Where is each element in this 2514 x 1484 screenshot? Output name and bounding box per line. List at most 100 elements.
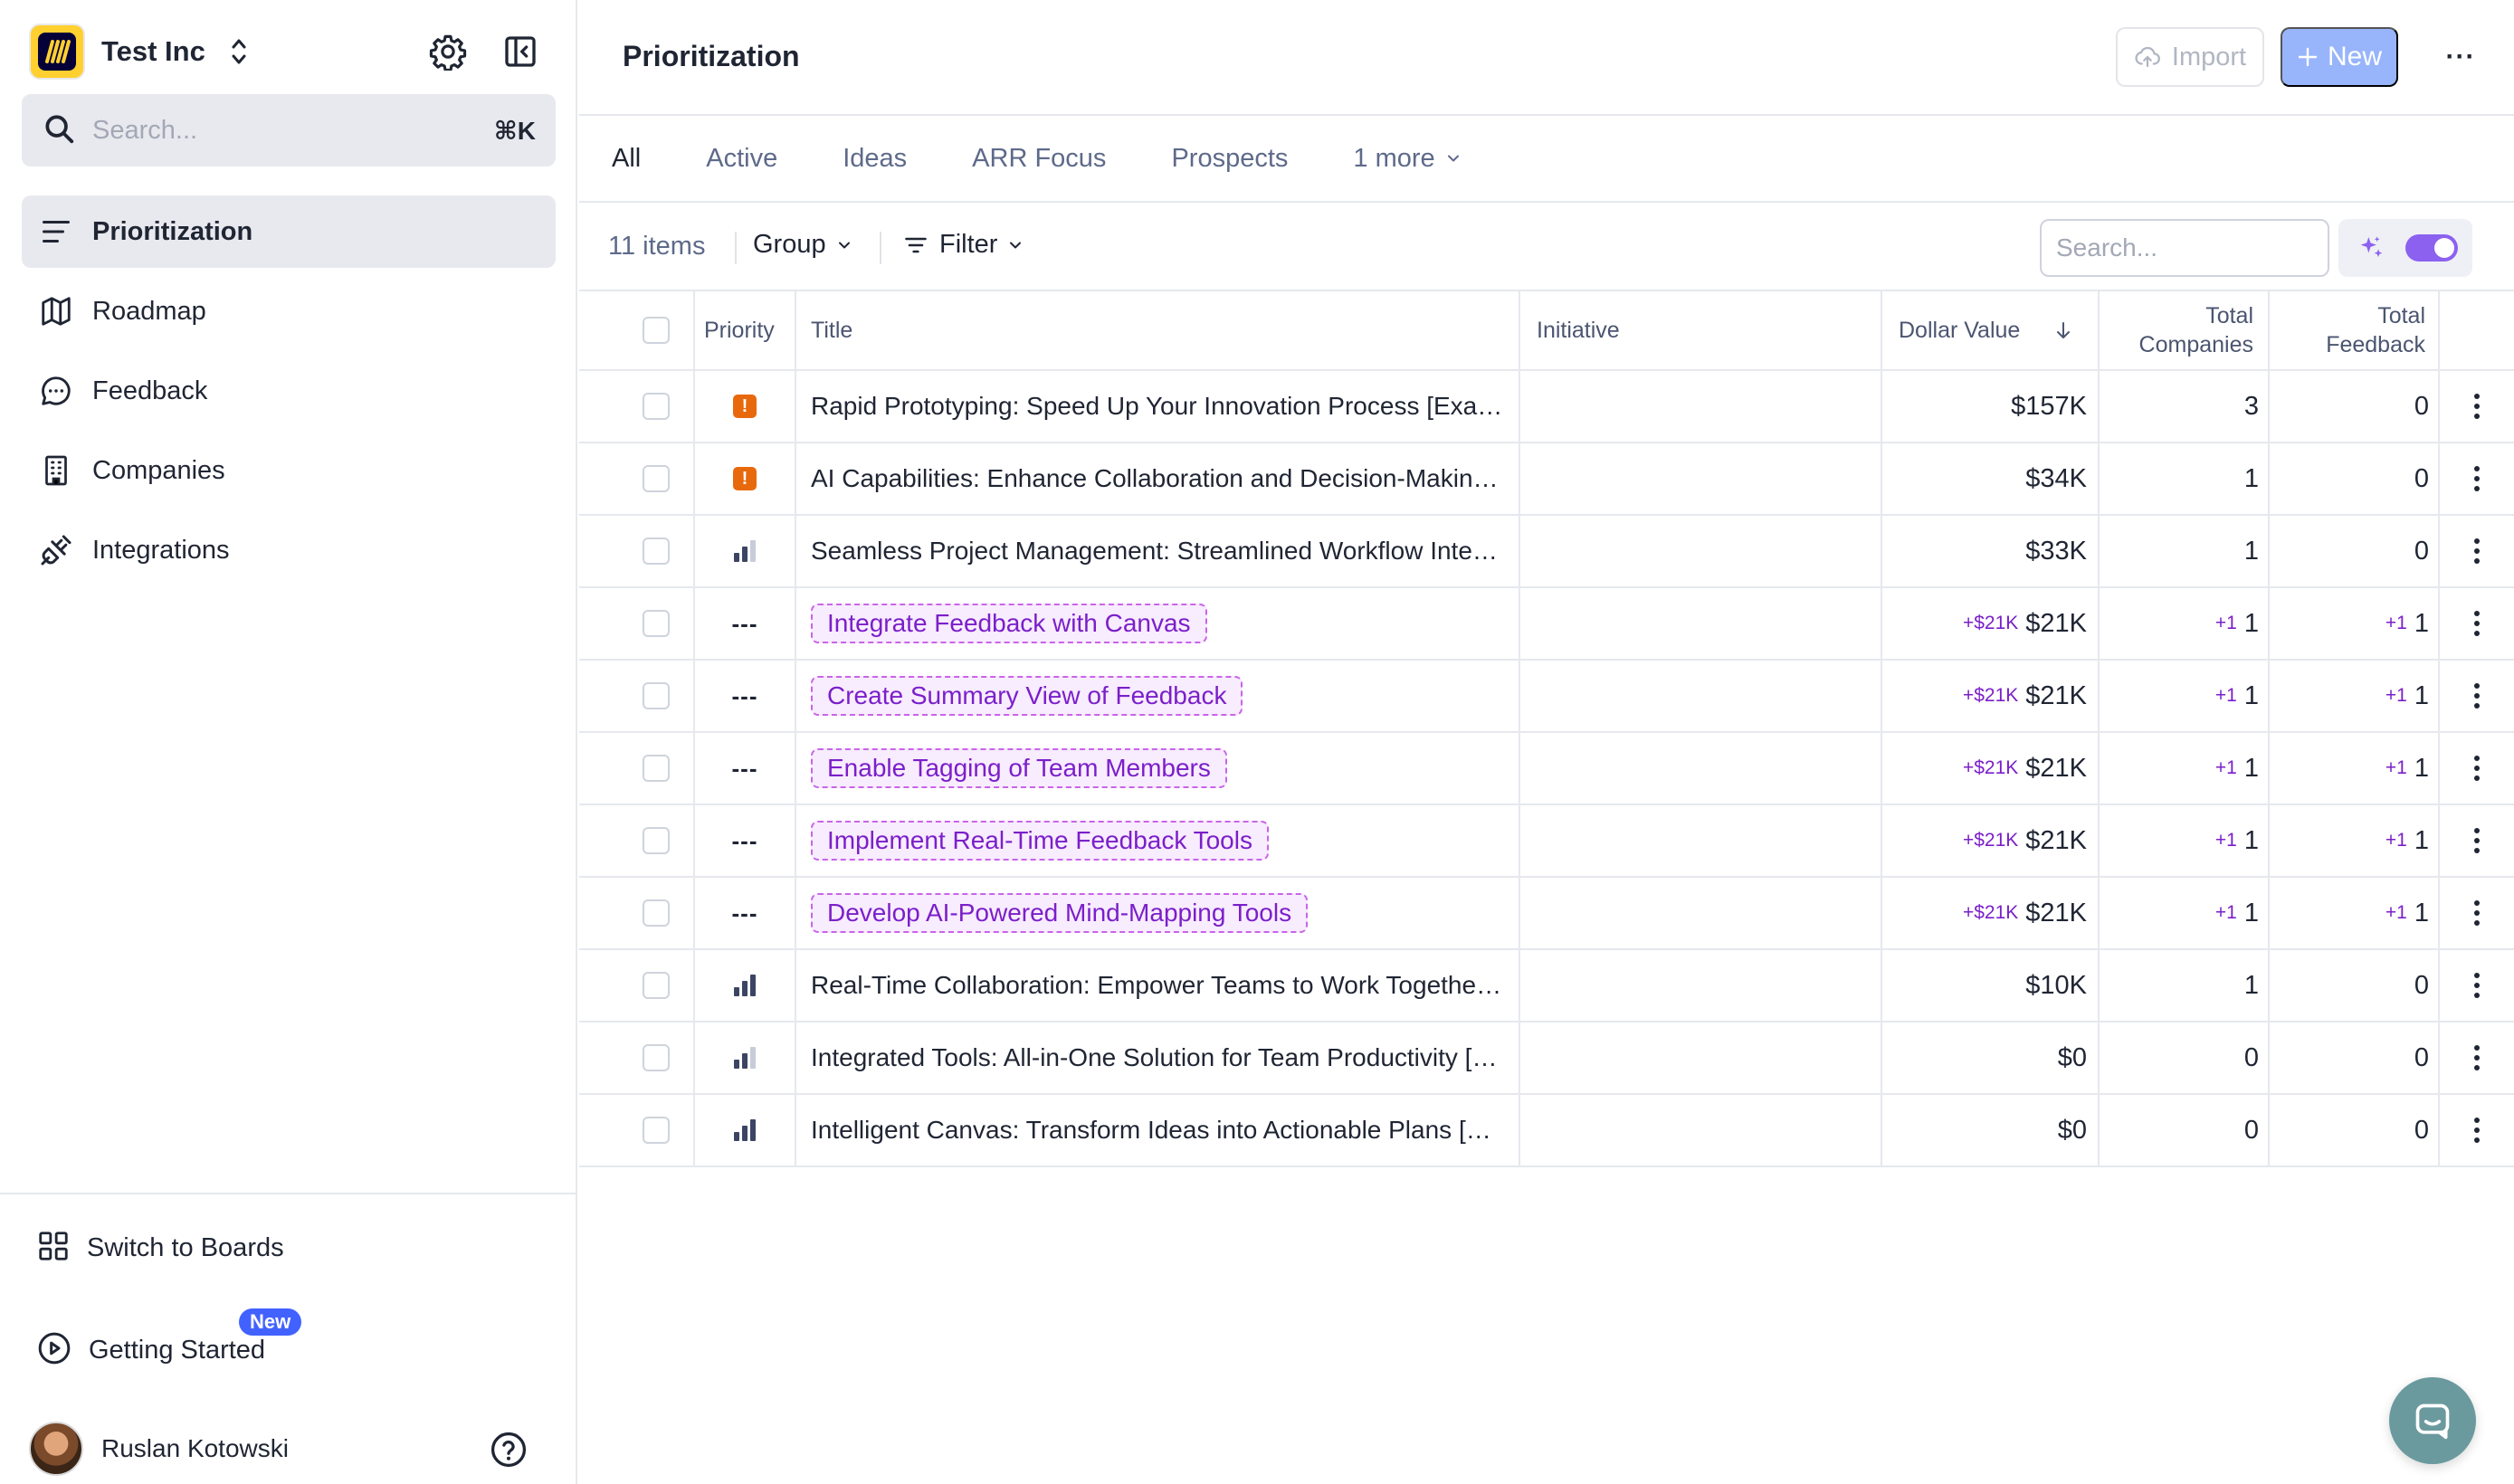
row-checkbox[interactable] [643,755,670,782]
initiative-cell[interactable] [1537,443,1862,514]
row-checkbox[interactable] [643,610,670,637]
row-more-options-icon[interactable] [2463,533,2490,569]
row-more-options-icon[interactable] [2463,1112,2490,1148]
help-icon[interactable] [489,1430,529,1470]
user-profile[interactable]: Ruslan Kotowski [29,1421,545,1477]
row-more-options-icon[interactable] [2463,895,2490,931]
workspace-name[interactable]: Test Inc [101,35,205,68]
row-more-options-icon[interactable] [2463,678,2490,714]
tab-more-dropdown[interactable]: 1 more [1353,144,1462,174]
title-cell[interactable]: Seamless Project Management: Streamlined… [811,516,1508,586]
title-cell[interactable]: Implement Real-Time Feedback Tools [811,805,1508,876]
new-button[interactable]: New [2281,27,2398,87]
sidebar-item-integrations[interactable]: Integrations [22,514,556,586]
priority-cell[interactable]: --- [695,661,795,731]
row-checkbox[interactable] [643,393,670,420]
idea-title-pill[interactable]: Implement Real-Time Feedback Tools [811,821,1269,861]
switch-to-boards-button[interactable]: Switch to Boards [36,1229,284,1268]
title-cell[interactable]: Integrate Feedback with Canvas [811,588,1508,659]
priority-cell[interactable]: --- [695,588,795,659]
table-row[interactable]: ! AI Capabilities: Enhance Collaboration … [579,443,2514,516]
title-cell[interactable]: Enable Tagging of Team Members [811,733,1508,804]
item-title[interactable]: Rapid Prototyping: Speed Up Your Innovat… [811,392,1508,421]
idea-title-pill[interactable]: Integrate Feedback with Canvas [811,604,1207,643]
initiative-cell[interactable] [1537,588,1862,659]
gear-icon[interactable] [425,29,471,74]
collapse-sidebar-icon[interactable] [498,29,543,74]
table-row[interactable]: --- Integrate Feedback with Canvas +$21K $2… [579,588,2514,661]
title-cell[interactable]: Real-Time Collaboration: Empower Teams t… [811,950,1508,1021]
row-checkbox[interactable] [643,1044,670,1071]
title-cell[interactable]: Integrated Tools: All-in-One Solution fo… [811,1023,1508,1093]
row-more-options-icon[interactable] [2463,461,2490,497]
tab-all[interactable]: All [612,144,641,174]
priority-cell[interactable]: --- [695,733,795,804]
initiative-cell[interactable] [1537,661,1862,731]
column-header-initiative[interactable]: Initiative [1537,291,1862,369]
tab-prospects[interactable]: Prospects [1171,144,1288,174]
row-checkbox[interactable] [643,827,670,854]
table-row[interactable]: Seamless Project Management: Streamlined… [579,516,2514,588]
row-checkbox[interactable] [643,1117,670,1144]
initiative-cell[interactable] [1537,1023,1862,1093]
table-search-input[interactable] [2040,219,2329,277]
priority-cell[interactable] [695,1095,795,1165]
title-cell[interactable]: Develop AI-Powered Mind-Mapping Tools [811,878,1508,948]
table-row[interactable]: --- Develop AI-Powered Mind-Mapping Tools… [579,878,2514,950]
avatar[interactable] [29,1422,83,1476]
title-cell[interactable]: Rapid Prototyping: Speed Up Your Innovat… [811,371,1508,442]
initiative-cell[interactable] [1537,1095,1862,1165]
select-all-checkbox[interactable] [643,317,670,344]
priority-cell[interactable] [695,950,795,1021]
sidebar-search[interactable]: Search... ⌘K [22,94,556,166]
row-more-options-icon[interactable] [2463,750,2490,786]
initiative-cell[interactable] [1537,878,1862,948]
row-checkbox[interactable] [643,972,670,999]
ai-toggle-control[interactable] [2338,219,2472,277]
column-header-total-companies[interactable]: Total Companies [2100,291,2253,369]
row-more-options-icon[interactable] [2463,967,2490,1004]
group-button[interactable]: Group [753,230,853,260]
idea-title-pill[interactable]: Enable Tagging of Team Members [811,748,1227,788]
sidebar-item-companies[interactable]: Companies [22,434,556,507]
sidebar-item-prioritization[interactable]: Prioritization [22,195,556,268]
column-header-dollar-value[interactable]: Dollar Value [1899,291,2089,369]
initiative-cell[interactable] [1537,950,1862,1021]
priority-cell[interactable]: ! [695,371,795,442]
title-cell[interactable]: AI Capabilities: Enhance Collaboration a… [811,443,1508,514]
priority-cell[interactable]: ! [695,443,795,514]
row-checkbox[interactable] [643,899,670,927]
tab-ideas[interactable]: Ideas [843,144,907,174]
sidebar-item-roadmap[interactable]: Roadmap [22,275,556,347]
table-row[interactable]: Integrated Tools: All-in-One Solution fo… [579,1023,2514,1095]
tab-active[interactable]: Active [706,144,777,174]
tab-arr-focus[interactable]: ARR Focus [972,144,1106,174]
row-more-options-icon[interactable] [2463,1040,2490,1076]
initiative-cell[interactable] [1537,516,1862,586]
row-checkbox[interactable] [643,537,670,565]
more-options-button[interactable]: ··· [2438,36,2483,78]
item-title[interactable]: Real-Time Collaboration: Empower Teams t… [811,971,1508,1000]
initiative-cell[interactable] [1537,371,1862,442]
row-checkbox[interactable] [643,465,670,492]
getting-started-button[interactable]: Getting Started New [36,1308,302,1371]
chat-support-button[interactable] [2389,1377,2476,1464]
filter-button[interactable]: Filter [903,230,1024,260]
title-cell[interactable]: Create Summary View of Feedback [811,661,1508,731]
row-more-options-icon[interactable] [2463,823,2490,859]
initiative-cell[interactable] [1537,733,1862,804]
priority-cell[interactable] [695,1023,795,1093]
table-row[interactable]: Real-Time Collaboration: Empower Teams t… [579,950,2514,1023]
title-cell[interactable]: Intelligent Canvas: Transform Ideas into… [811,1095,1508,1165]
import-button[interactable]: Import [2116,27,2264,87]
table-row[interactable]: --- Create Summary View of Feedback +$21K $… [579,661,2514,733]
idea-title-pill[interactable]: Develop AI-Powered Mind-Mapping Tools [811,893,1309,933]
column-header-title[interactable]: Title [811,291,1499,369]
priority-cell[interactable] [695,516,795,586]
table-row[interactable]: ! Rapid Prototyping: Speed Up Your Innova… [579,371,2514,443]
priority-cell[interactable]: --- [695,805,795,876]
ai-toggle-switch[interactable] [2405,234,2458,262]
table-row[interactable]: --- Implement Real-Time Feedback Tools +$2… [579,805,2514,878]
item-title[interactable]: Integrated Tools: All-in-One Solution fo… [811,1043,1508,1072]
workspace-logo[interactable] [29,24,85,80]
